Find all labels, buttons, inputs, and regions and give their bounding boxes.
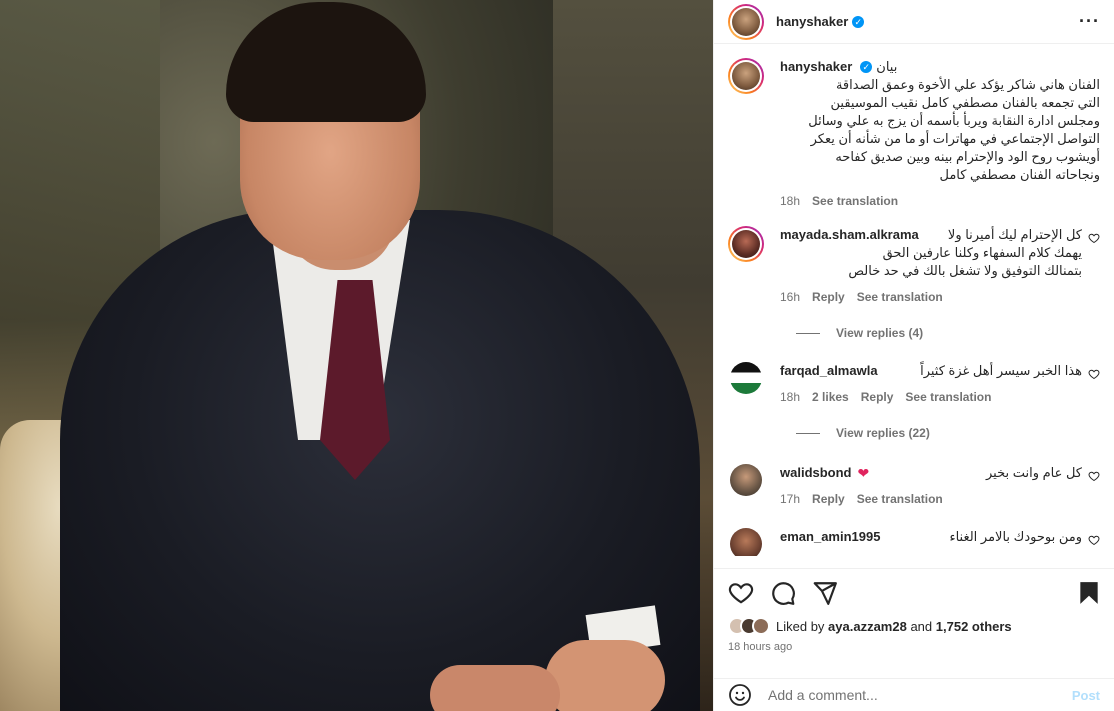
see-translation-button[interactable]: See translation	[857, 288, 943, 306]
comment-time[interactable]: 16h	[780, 288, 800, 306]
see-translation-button[interactable]: See translation	[812, 192, 898, 210]
likes-count[interactable]: 2 likes	[812, 388, 849, 406]
post-actions: Liked by aya.azzam28 and 1,752 others 18…	[714, 568, 1114, 668]
comment-item: eman_amin1995 ومن بوحودك بالامر الغناء	[728, 528, 1100, 556]
comment-item: farqad_almawla هذا الخبر سيسر أهل غزة كث…	[728, 362, 1100, 406]
comment-item: mayada.sham.alkrama كل الإحترام ليك أمير…	[728, 226, 1100, 306]
caption-line: ومجلس ادارة النقابة ويربأ بأسمه أن يزج ب…	[808, 113, 1100, 128]
view-replies-label[interactable]: View replies (4)	[836, 326, 923, 340]
comment-username[interactable]: mayada.sham.alkrama	[780, 226, 919, 244]
caption-username[interactable]: hanyshaker	[780, 58, 852, 76]
caption-story-ring[interactable]	[728, 58, 764, 94]
comments-list[interactable]: hanyshaker ✓ بيان الفنان هاني شاكر يؤكد …	[714, 44, 1114, 556]
comment-text: بتمنالك التوفيق ولا تشغل بالك في حد خالص	[848, 263, 1082, 278]
image-hair	[226, 2, 426, 122]
reply-button[interactable]: Reply	[812, 288, 845, 306]
comment-icon[interactable]	[770, 580, 796, 606]
caption-line: الفنان هاني شاكر يؤكد علي الأخوة وعمق ال…	[835, 77, 1100, 92]
caption-line: ونجاحاته الفنان مصطفي كامل	[939, 167, 1100, 182]
comment-text: كل عام وانت بخير	[985, 465, 1082, 480]
caption-label: بيان	[876, 59, 898, 74]
story-ring[interactable]	[728, 3, 764, 40]
liker-avatar[interactable]	[752, 617, 770, 635]
comment-meta: 17h Reply See translation	[780, 490, 1082, 508]
comment-avatar[interactable]	[730, 464, 762, 496]
comment-meta: 18h 2 likes Reply See translation	[780, 388, 1082, 406]
action-icons	[728, 575, 1102, 611]
author-username[interactable]: hanyshaker	[776, 14, 848, 29]
caption-time[interactable]: 18h	[780, 192, 800, 210]
comment-story-ring[interactable]	[728, 226, 764, 262]
comment-avatar[interactable]	[730, 528, 762, 556]
comment-username[interactable]: walidsbond	[780, 464, 852, 482]
emoji-icon[interactable]	[728, 683, 752, 707]
liker-avatars[interactable]	[728, 617, 770, 635]
reply-button[interactable]: Reply	[812, 490, 845, 508]
comment-time[interactable]: 18h	[780, 388, 800, 406]
verified-badge-icon: ✓	[852, 15, 865, 28]
caption-meta: 18h See translation	[780, 192, 1100, 210]
comment-like-heart-icon[interactable]	[1088, 368, 1100, 380]
caption: hanyshaker ✓ بيان الفنان هاني شاكر يؤكد …	[728, 58, 1100, 210]
comment-avatar[interactable]	[732, 230, 760, 258]
post-header: hanyshaker ✓ ···	[714, 0, 1114, 44]
add-comment-bar: Add a comment... Post	[714, 678, 1114, 711]
red-heart-icon: ❤	[857, 465, 870, 481]
likes-summary: Liked by aya.azzam28 and 1,752 others	[728, 617, 1102, 635]
image-hand-left	[430, 665, 560, 711]
liked-by-user[interactable]: aya.azzam28	[828, 619, 907, 634]
comment-username[interactable]: eman_amin1995	[780, 528, 880, 546]
comment-text: ومن بوحودك بالامر الغناء	[949, 529, 1082, 544]
see-translation-button[interactable]: See translation	[905, 388, 991, 406]
image-hand	[545, 640, 665, 711]
liked-by-prefix: Liked by	[776, 618, 825, 634]
comment-text: هذا الخبر سيسر أهل غزة كثيراً	[920, 363, 1082, 378]
comment-text: كل الإحترام ليك أميرنا ولا	[947, 227, 1082, 242]
view-replies-line	[796, 432, 820, 434]
post-image[interactable]	[0, 0, 713, 711]
comment-meta: 16h Reply See translation	[780, 288, 1082, 306]
bookmark-icon[interactable]	[1076, 580, 1102, 606]
more-options-icon[interactable]: ···	[1079, 11, 1100, 32]
comment-username[interactable]: farqad_almawla	[780, 362, 878, 380]
verified-badge-icon: ✓	[860, 61, 873, 73]
view-replies-line	[796, 332, 820, 334]
caption-line: التواصل الإجتماعي في مهاترات أو ما من شأ…	[810, 131, 1100, 146]
view-replies-button[interactable]: View replies (4)	[796, 326, 1100, 340]
comment-text: يهمك كلام السفهاء وكلنا عارفين الحق	[882, 245, 1082, 260]
heart-icon[interactable]	[728, 580, 754, 606]
caption-line: التي تجمعه بالفنان مصطفي كامل نقيب الموس…	[830, 95, 1100, 110]
comment-item: walidsbond ❤ كل عام وانت بخير 17h Reply …	[728, 464, 1100, 508]
liked-by-others[interactable]: 1,752 others	[936, 619, 1012, 634]
avatar[interactable]	[732, 7, 760, 36]
comment-avatar[interactable]	[730, 362, 762, 394]
see-translation-button[interactable]: See translation	[857, 490, 943, 508]
post-side-panel: hanyshaker ✓ ··· hanyshaker ✓ بيان الفنا…	[713, 0, 1114, 711]
post-comment-button[interactable]: Post	[1072, 688, 1100, 703]
comment-like-heart-icon[interactable]	[1088, 534, 1100, 546]
add-comment-input[interactable]: Add a comment...	[768, 687, 1072, 703]
comment-like-heart-icon[interactable]	[1088, 232, 1100, 244]
view-replies-button[interactable]: View replies (22)	[796, 426, 1100, 440]
liked-by-and: and	[910, 618, 933, 634]
view-replies-label[interactable]: View replies (22)	[836, 426, 930, 440]
caption-avatar[interactable]	[732, 62, 760, 90]
comment-time[interactable]: 17h	[780, 490, 800, 508]
reply-button[interactable]: Reply	[861, 388, 894, 406]
likes-text: Liked by aya.azzam28 and 1,752 others	[776, 619, 1012, 634]
comment-like-heart-icon[interactable]	[1088, 470, 1100, 482]
caption-line: أويشوب روح الود والإحترام بينه وبين صديق…	[835, 149, 1100, 164]
share-icon[interactable]	[812, 580, 838, 606]
post-time-ago[interactable]: 18 hours ago	[728, 641, 1102, 653]
